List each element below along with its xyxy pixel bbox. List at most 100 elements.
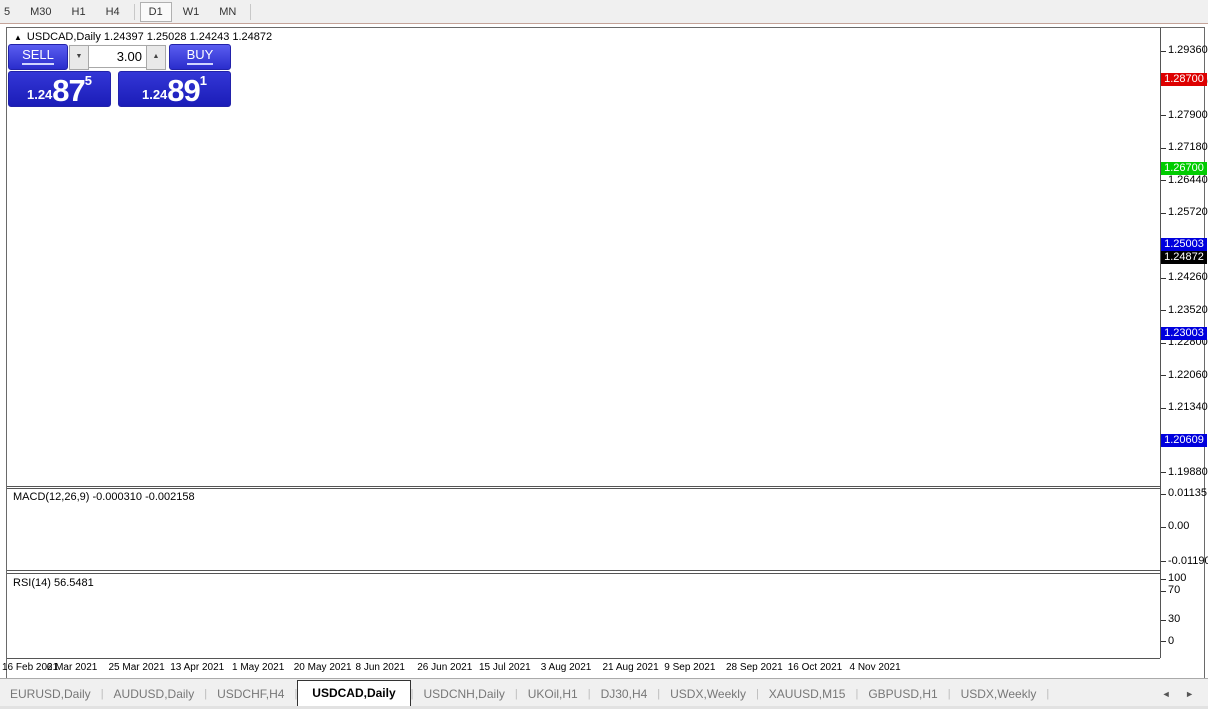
price-tick-mark <box>1161 408 1166 409</box>
timeframe-toolbar: 5 M30 H1 H4 D1 W1 MN <box>0 0 1208 24</box>
chart-title-text: USDCAD,Daily 1.24397 1.25028 1.24243 1.2… <box>26 31 273 43</box>
price-tick-label: 1.19880 <box>1168 466 1208 478</box>
date-tick-label: 20 May 2021 <box>293 662 352 673</box>
price-tick-label: 1.21340 <box>1168 401 1208 413</box>
price-tick-label: 1.24260 <box>1168 271 1208 283</box>
price-badge: 1.23003 <box>1161 327 1207 340</box>
price-tick-label: 1.29360 <box>1168 44 1208 56</box>
tab-separator: | <box>1046 688 1050 700</box>
macd-indicator-label: MACD(12,26,9) -0.000310 -0.002158 <box>13 491 195 503</box>
rsi-pane-top-border <box>7 573 1160 574</box>
volume-stepper: ▼ 3.00 ▲ <box>69 45 166 70</box>
tab-eurusd-daily[interactable]: EURUSD,Daily <box>0 682 101 707</box>
rsi-tick-mark <box>1161 641 1166 642</box>
macd-pane-bottom-border <box>7 570 1160 571</box>
date-tick-label: 15 Jul 2021 <box>479 662 531 673</box>
symbol-tab-bar: EURUSD,Daily | AUDUSD,Daily | USDCHF,H4 | USDC… <box>0 678 1208 707</box>
price-tick-mark <box>1161 472 1166 473</box>
price-tick-label: 1.27180 <box>1168 141 1208 153</box>
timeframe-button-mn[interactable]: MN <box>210 2 245 22</box>
macd-tick-mark <box>1161 527 1166 528</box>
volume-increase-button[interactable]: ▲ <box>146 45 166 70</box>
rsi-pane-bottom-border <box>7 658 1160 659</box>
date-tick-label: 21 Aug 2021 <box>602 662 659 673</box>
price-tick-mark <box>1161 343 1166 344</box>
chevron-down-icon: ▼ <box>75 53 83 60</box>
price-tick-label: 1.25720 <box>1168 206 1208 218</box>
price-tick-label: 1.26440 <box>1168 174 1208 186</box>
tab-audusd-daily[interactable]: AUDUSD,Daily <box>104 682 205 707</box>
price-badge: 1.20609 <box>1161 434 1207 447</box>
rsi-indicator-label: RSI(14) 56.5481 <box>13 577 94 589</box>
price-tick-mark <box>1161 180 1166 181</box>
tab-usdcad-daily[interactable]: USDCAD,Daily <box>297 680 411 707</box>
collapse-icon[interactable]: ▲ <box>14 33 22 42</box>
price-tick-label: 1.27900 <box>1168 109 1208 121</box>
timeframe-button-d1[interactable]: D1 <box>139 1 172 22</box>
tab-gbpusd-h1[interactable]: GBPUSD,H1 <box>858 682 947 707</box>
date-tick-label: 26 Jun 2021 <box>417 662 473 673</box>
date-tick-label: 6 Mar 2021 <box>46 662 98 673</box>
date-tick-label: 4 Nov 2021 <box>849 662 901 673</box>
timeframe-button-5[interactable]: 5 <box>1 2 19 22</box>
chevron-up-icon: ▲ <box>152 53 160 60</box>
volume-input[interactable]: 3.00 <box>89 45 146 68</box>
rsi-tick-label: 70 <box>1168 584 1181 596</box>
macd-tick-label: -0.01190 <box>1168 555 1208 567</box>
date-tick-label: 9 Sep 2021 <box>664 662 716 673</box>
price-tick-mark <box>1161 51 1166 52</box>
timeframe-button-w1[interactable]: W1 <box>174 2 209 22</box>
tab-usdx-weekly[interactable]: USDX,Weekly <box>660 682 756 707</box>
rsi-tick-mark <box>1161 579 1166 580</box>
tab-usdx-weekly[interactable]: USDX,Weekly <box>951 682 1047 707</box>
price-tick-mark <box>1161 375 1166 376</box>
price-tick-mark <box>1161 278 1166 279</box>
timeframe-button-m30[interactable]: M30 <box>21 2 60 22</box>
tab-scroll-buttons[interactable]: ◄ ► <box>1162 689 1200 707</box>
toolbar-separator <box>250 3 252 20</box>
chart-title: ▲ USDCAD,Daily 1.24397 1.25028 1.24243 1.… <box>14 31 272 44</box>
tab-usdcnh-daily[interactable]: USDCNH,Daily <box>414 682 515 707</box>
price-tick-mark <box>1161 213 1166 214</box>
tab-dj30-h4[interactable]: DJ30,H4 <box>591 682 658 707</box>
toolbar-separator <box>133 3 135 20</box>
tab-usdchf-h4[interactable]: USDCHF,H4 <box>207 682 294 707</box>
sell-price-display[interactable]: 1.24 87 5 <box>8 71 111 107</box>
price-badge: 1.24872 <box>1161 251 1207 264</box>
volume-decrease-button[interactable]: ▼ <box>69 45 89 70</box>
macd-pane-top-border <box>7 488 1160 489</box>
date-tick-label: 13 Apr 2021 <box>170 662 225 673</box>
macd-tick-label: 0.01135 <box>1168 487 1207 499</box>
date-tick-label: 8 Jun 2021 <box>355 662 406 673</box>
price-badge: 1.26700 <box>1161 162 1207 175</box>
price-badge: 1.28700 <box>1161 73 1207 86</box>
sell-button[interactable]: SELL <box>8 44 68 70</box>
rsi-tick-mark <box>1161 620 1166 621</box>
price-tick-label: 1.23520 <box>1168 304 1208 316</box>
trading-platform-window: 5 M30 H1 H4 D1 W1 MN ▲ USDCAD,Daily 1.24397 1.2… <box>0 0 1208 709</box>
macd-tick-label: 0.00 <box>1168 520 1190 532</box>
chart-window-frame <box>6 27 1205 679</box>
date-tick-label: 28 Sep 2021 <box>726 662 783 673</box>
buy-price-display[interactable]: 1.24 89 1 <box>118 71 231 107</box>
price-tick-label: 1.22060 <box>1168 369 1208 381</box>
date-tick-label: 3 Aug 2021 <box>540 662 592 673</box>
price-tick-mark <box>1161 148 1166 149</box>
macd-tick-mark <box>1161 494 1166 495</box>
tab-ukoil-h1[interactable]: UKOil,H1 <box>518 682 588 707</box>
tab-xauusd-m15[interactable]: XAUUSD,M15 <box>759 682 856 707</box>
macd-tick-mark <box>1161 561 1166 562</box>
main-pane-bottom-border <box>7 486 1160 487</box>
price-badge: 1.25003 <box>1161 238 1207 251</box>
date-tick-label: 1 May 2021 <box>232 662 285 673</box>
date-tick-label: 16 Oct 2021 <box>787 662 843 673</box>
one-click-trade-panel: SELL ▼ 3.00 ▲ BUY 1.24 87 5 1.24 89 1 <box>8 44 231 107</box>
timeframe-button-h4[interactable]: H4 <box>97 2 129 22</box>
buy-button[interactable]: BUY <box>169 44 231 70</box>
timeframe-button-h1[interactable]: H1 <box>63 2 95 22</box>
rsi-tick-label: 0 <box>1168 635 1175 647</box>
price-tick-mark <box>1161 115 1166 116</box>
date-tick-label: 25 Mar 2021 <box>108 662 165 673</box>
rsi-tick-mark <box>1161 591 1166 592</box>
rsi-tick-label: 30 <box>1168 613 1181 625</box>
